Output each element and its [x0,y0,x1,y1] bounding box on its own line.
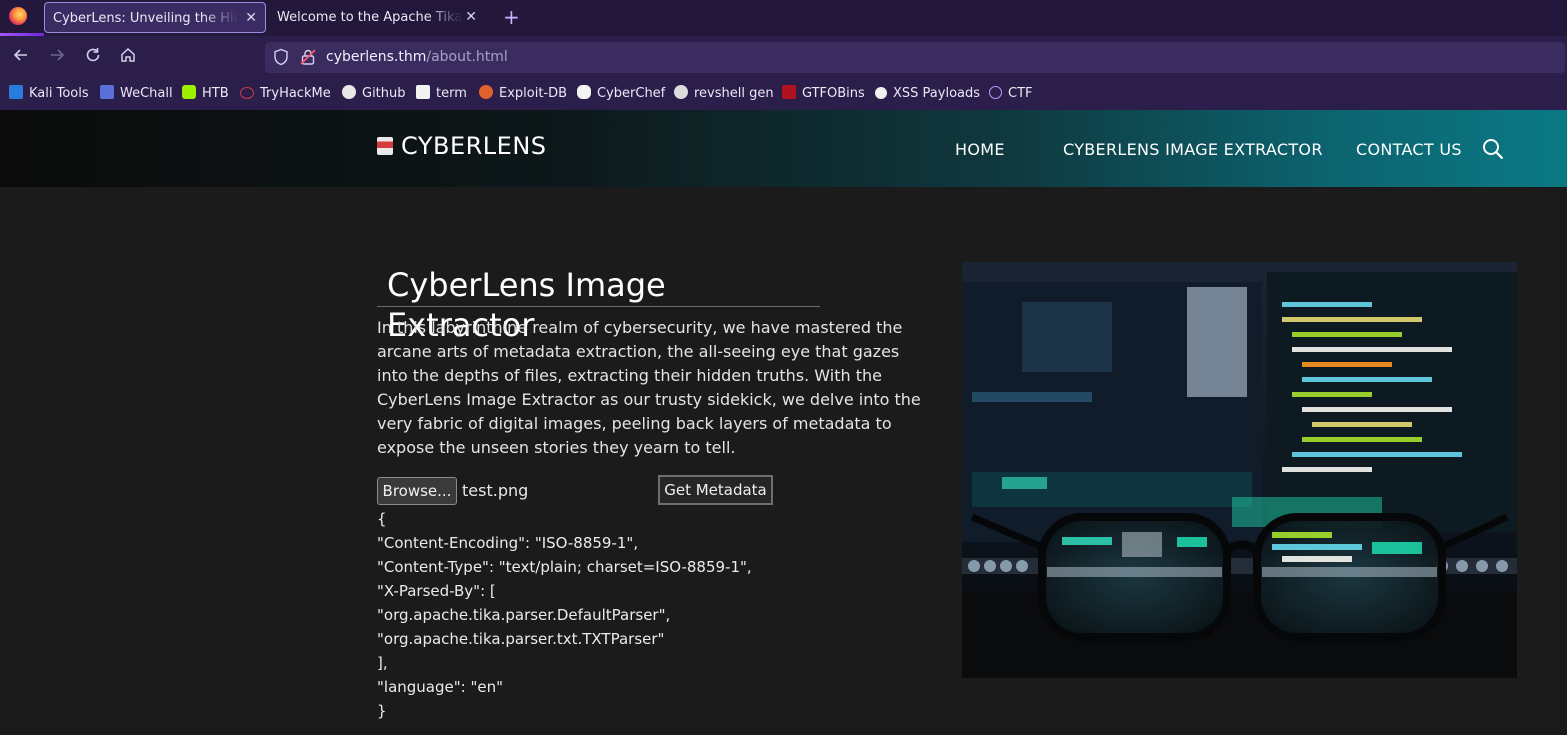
nav-image-extractor[interactable]: CYBERLENS IMAGE EXTRACTOR [1063,140,1323,159]
tab-cyberlens[interactable]: CyberLens: Unveiling the Hidden ✕ [44,2,266,33]
logo-text: CYBERLENS [401,132,547,160]
nav-home[interactable]: HOME [955,140,1005,159]
bookmark-label: revshell gen [694,86,774,101]
output-line: ], [377,654,388,672]
bookmark-label: CTF [1008,86,1033,101]
bookmark-wechall[interactable]: WeChall [100,78,173,110]
logo-icon [377,137,393,155]
code-screen-photo [962,262,1517,678]
exploit-db-icon [479,85,493,99]
gtfobins-icon [782,85,796,99]
browser-tab-strip: CyberLens: Unveiling the Hidden ✕ Welcom… [0,0,1567,36]
output-line: "org.apache.tika.parser.DefaultParser", [377,606,671,624]
tab-title: CyberLens: Unveiling the Hidden [53,11,239,26]
page-heading: CyberLens Image Extractor [377,265,820,344]
bookmark-xss-payloads[interactable]: XSS Payloads [875,78,980,110]
bookmark-tryhackme[interactable]: TryHackMe [240,78,331,110]
output-line: "language": "en" [377,678,503,696]
home-icon[interactable] [119,46,137,70]
site-header: CYBERLENS HOME CYBERLENS IMAGE EXTRACTOR… [0,110,1567,187]
get-metadata-button[interactable]: Get Metadata [658,475,773,505]
globe-icon [989,86,1002,99]
bookmark-label: GTFOBins [802,86,865,101]
insecure-lock-icon[interactable] [300,48,316,70]
browse-button[interactable]: Browse... [377,477,457,505]
bookmark-exploit-db[interactable]: Exploit-DB [479,78,567,110]
back-arrow-icon[interactable] [12,46,30,70]
forward-arrow-icon[interactable] [48,46,66,70]
output-line: "org.apache.tika.parser.txt.TXTParser" [377,630,665,648]
nav-contact-us[interactable]: CONTACT US [1356,140,1462,159]
tab-title: Welcome to the Apache Tika 1. [277,10,463,25]
close-icon[interactable]: ✕ [465,2,477,33]
bookmark-label: CyberChef [597,86,666,101]
bookmark-label: TryHackMe [260,86,331,101]
bookmark-github[interactable]: Github [342,78,406,110]
reload-icon[interactable] [84,46,102,70]
close-icon[interactable]: ✕ [245,3,257,32]
xss-icon [875,87,887,99]
site-logo[interactable]: CYBERLENS [377,132,547,160]
bookmark-cyberchef[interactable]: CyberChef [577,78,665,110]
output-line: "Content-Type": "text/plain; charset=ISO… [377,558,752,576]
bookmark-label: Kali Tools [29,86,89,101]
firefox-icon[interactable] [9,7,27,25]
tab-apache-tika[interactable]: Welcome to the Apache Tika 1. ✕ [269,2,485,33]
tryhackme-cloud-icon [240,87,254,99]
term-icon [416,85,430,99]
url-text[interactable]: cyberlens.thm/about.html [326,42,508,73]
chef-hat-icon [577,85,591,99]
github-icon [342,85,356,99]
bookmarks-toolbar: Kali Tools WeChall HTB TryHackMe Github … [0,78,1567,111]
bookmark-term[interactable]: term [416,78,467,110]
skull-icon [674,85,688,99]
bookmark-label: Exploit-DB [499,86,568,101]
shield-icon[interactable] [273,48,289,70]
bookmark-label: HTB [202,86,229,101]
kali-icon [9,85,23,99]
navigation-toolbar: cyberlens.thm/about.html [0,36,1567,78]
bookmark-label: WeChall [120,86,173,101]
metadata-output: { "Content-Encoding": "ISO-8859-1", "Con… [377,507,752,723]
bookmark-label: Github [362,86,406,101]
selected-file-name: test.png [462,481,529,500]
wechall-icon [100,85,114,99]
address-bar[interactable]: cyberlens.thm/about.html [265,42,1565,73]
output-line: "X-Parsed-By": [ [377,582,496,600]
bookmark-kali-tools[interactable]: Kali Tools [9,78,89,110]
bookmark-ctf[interactable]: CTF [989,78,1033,110]
bookmark-label: XSS Payloads [893,86,981,101]
bookmark-label: term [436,86,467,101]
url-host: cyberlens.thm [326,49,427,65]
output-line: } [377,702,387,720]
intro-paragraph: In this labyrinthine realm of cybersecur… [377,318,921,457]
url-path: /about.html [426,49,508,65]
search-icon[interactable] [1482,138,1504,164]
new-tab-icon[interactable]: + [503,4,520,30]
htb-cube-icon [182,85,196,99]
bookmark-gtfobins[interactable]: GTFOBins [782,78,865,110]
bookmark-revshell-gen[interactable]: revshell gen [674,78,774,110]
output-line: "Content-Encoding": "ISO-8859-1", [377,534,639,552]
output-line: { [377,510,387,528]
bookmark-htb[interactable]: HTB [182,78,229,110]
